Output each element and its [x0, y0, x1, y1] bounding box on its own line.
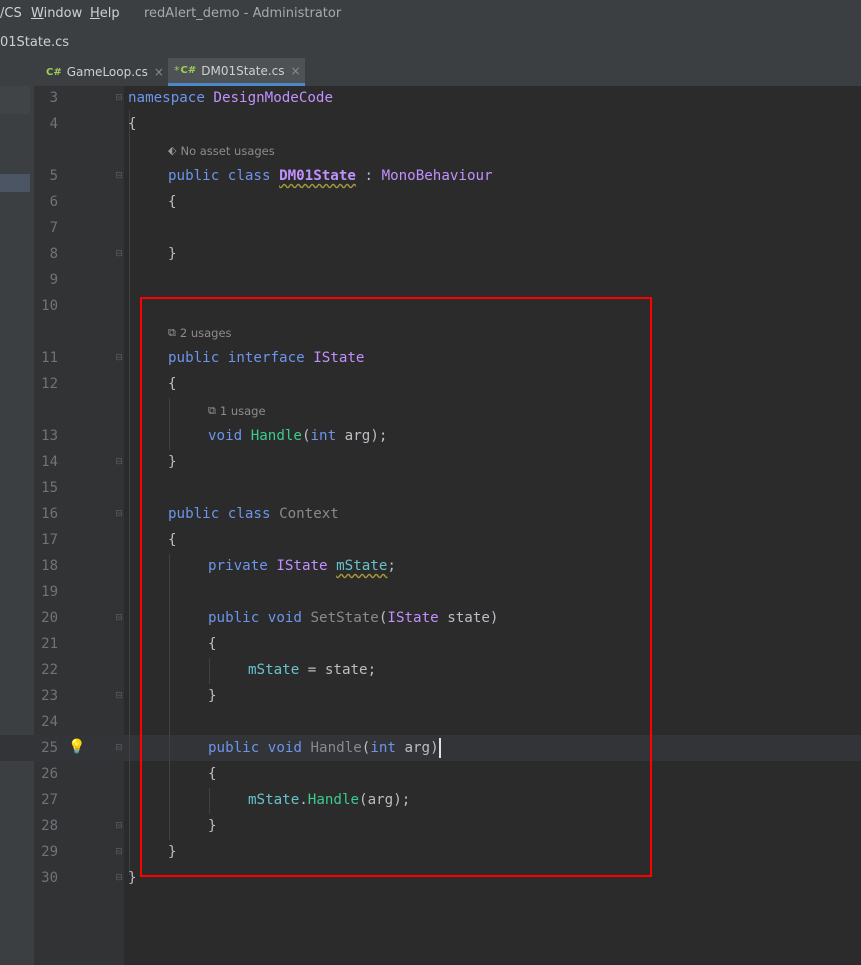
- line-number: 22: [41, 662, 58, 678]
- line-number: 12: [41, 376, 58, 392]
- csharp-icon: C#: [46, 66, 62, 78]
- line-number: 20: [41, 610, 58, 626]
- fold-icon[interactable]: ⊟: [114, 170, 124, 182]
- fold-icon[interactable]: ⊟: [114, 612, 124, 624]
- fold-icon[interactable]: ⊟: [114, 352, 124, 364]
- tab-gameloop[interactable]: C# GameLoop.cs ×: [40, 58, 172, 86]
- code-line-3[interactable]: namespace DesignModeCode: [128, 85, 333, 111]
- line-number: 21: [41, 636, 58, 652]
- line-number: 16: [41, 506, 58, 522]
- fold-icon[interactable]: ⊟: [114, 820, 124, 832]
- fold-icon[interactable]: ⊟: [114, 248, 124, 260]
- breadcrumb[interactable]: 01State.cs: [0, 35, 69, 50]
- line-number: 14: [41, 454, 58, 470]
- usage-hint[interactable]: ⬖ No asset usages: [168, 140, 275, 162]
- code-line-4[interactable]: {: [128, 111, 137, 137]
- fold-icon[interactable]: ⊟: [114, 872, 124, 884]
- line-number: 6: [49, 194, 58, 210]
- close-icon[interactable]: ×: [291, 64, 301, 78]
- line-number: 13: [41, 428, 58, 444]
- line-number: 23: [41, 688, 58, 704]
- line-number: 30: [41, 870, 58, 886]
- line-number: 8: [49, 246, 58, 262]
- line-number: 19: [41, 584, 58, 600]
- fold-icon[interactable]: ⊟: [114, 690, 124, 702]
- close-icon[interactable]: ×: [154, 65, 164, 79]
- line-number: 4: [49, 116, 58, 132]
- menu-item-help[interactable]: Help: [90, 6, 120, 21]
- line-number: 27: [41, 792, 58, 808]
- tab-label: GameLoop.cs: [66, 65, 148, 79]
- editor-tab-bar: C# GameLoop.cs × * C# DM01State.cs ×: [0, 58, 861, 144]
- line-number: 3: [49, 90, 58, 106]
- indent-guide: [129, 110, 130, 875]
- fold-icon[interactable]: ⊟: [114, 92, 124, 104]
- bulb-icon[interactable]: 💡: [68, 739, 85, 755]
- menu-bar: /CS Window Help redAlert_demo - Administ…: [0, 0, 861, 28]
- project-panel: [0, 86, 34, 965]
- code-line-5[interactable]: public class DM01State : MonoBehaviour: [168, 163, 493, 189]
- line-number: 26: [41, 766, 58, 782]
- unity-icon: ⬖: [168, 144, 177, 157]
- line-number: 10: [41, 298, 58, 314]
- fold-icon[interactable]: ⊟: [114, 508, 124, 520]
- line-number: 11: [41, 350, 58, 366]
- window-title: redAlert_demo - Administrator: [144, 6, 342, 21]
- line-number: 24: [41, 714, 58, 730]
- fold-icon[interactable]: ⊟: [114, 456, 124, 468]
- line-number: 28: [41, 818, 58, 834]
- line-number: 17: [41, 532, 58, 548]
- line-number: 18: [41, 558, 58, 574]
- code-line-8[interactable]: }: [168, 241, 177, 267]
- fold-icon[interactable]: ⊟: [114, 742, 124, 754]
- highlight-box: [140, 297, 652, 877]
- code-line-30[interactable]: }: [128, 865, 137, 891]
- line-number: 9: [49, 272, 58, 288]
- menu-item-vcs[interactable]: /CS: [0, 6, 22, 21]
- line-number: 15: [41, 480, 58, 496]
- line-number: 29: [41, 844, 58, 860]
- line-number: 7: [49, 220, 58, 236]
- line-number: 5: [49, 168, 58, 184]
- tab-label: DM01State.cs: [201, 63, 285, 78]
- fold-icon[interactable]: ⊟: [114, 846, 124, 858]
- sidebar-header: [0, 86, 30, 114]
- menu-item-window[interactable]: Window: [31, 6, 82, 21]
- line-number: 25: [41, 740, 58, 756]
- sidebar-selected-item[interactable]: [0, 174, 30, 192]
- modified-marker: *: [174, 64, 180, 77]
- navigation-bar: 01State.cs: [0, 28, 861, 58]
- code-line-6[interactable]: {: [168, 189, 177, 215]
- csharp-icon: C#: [180, 65, 197, 76]
- tab-dm01state[interactable]: * C# DM01State.cs ×: [168, 58, 305, 86]
